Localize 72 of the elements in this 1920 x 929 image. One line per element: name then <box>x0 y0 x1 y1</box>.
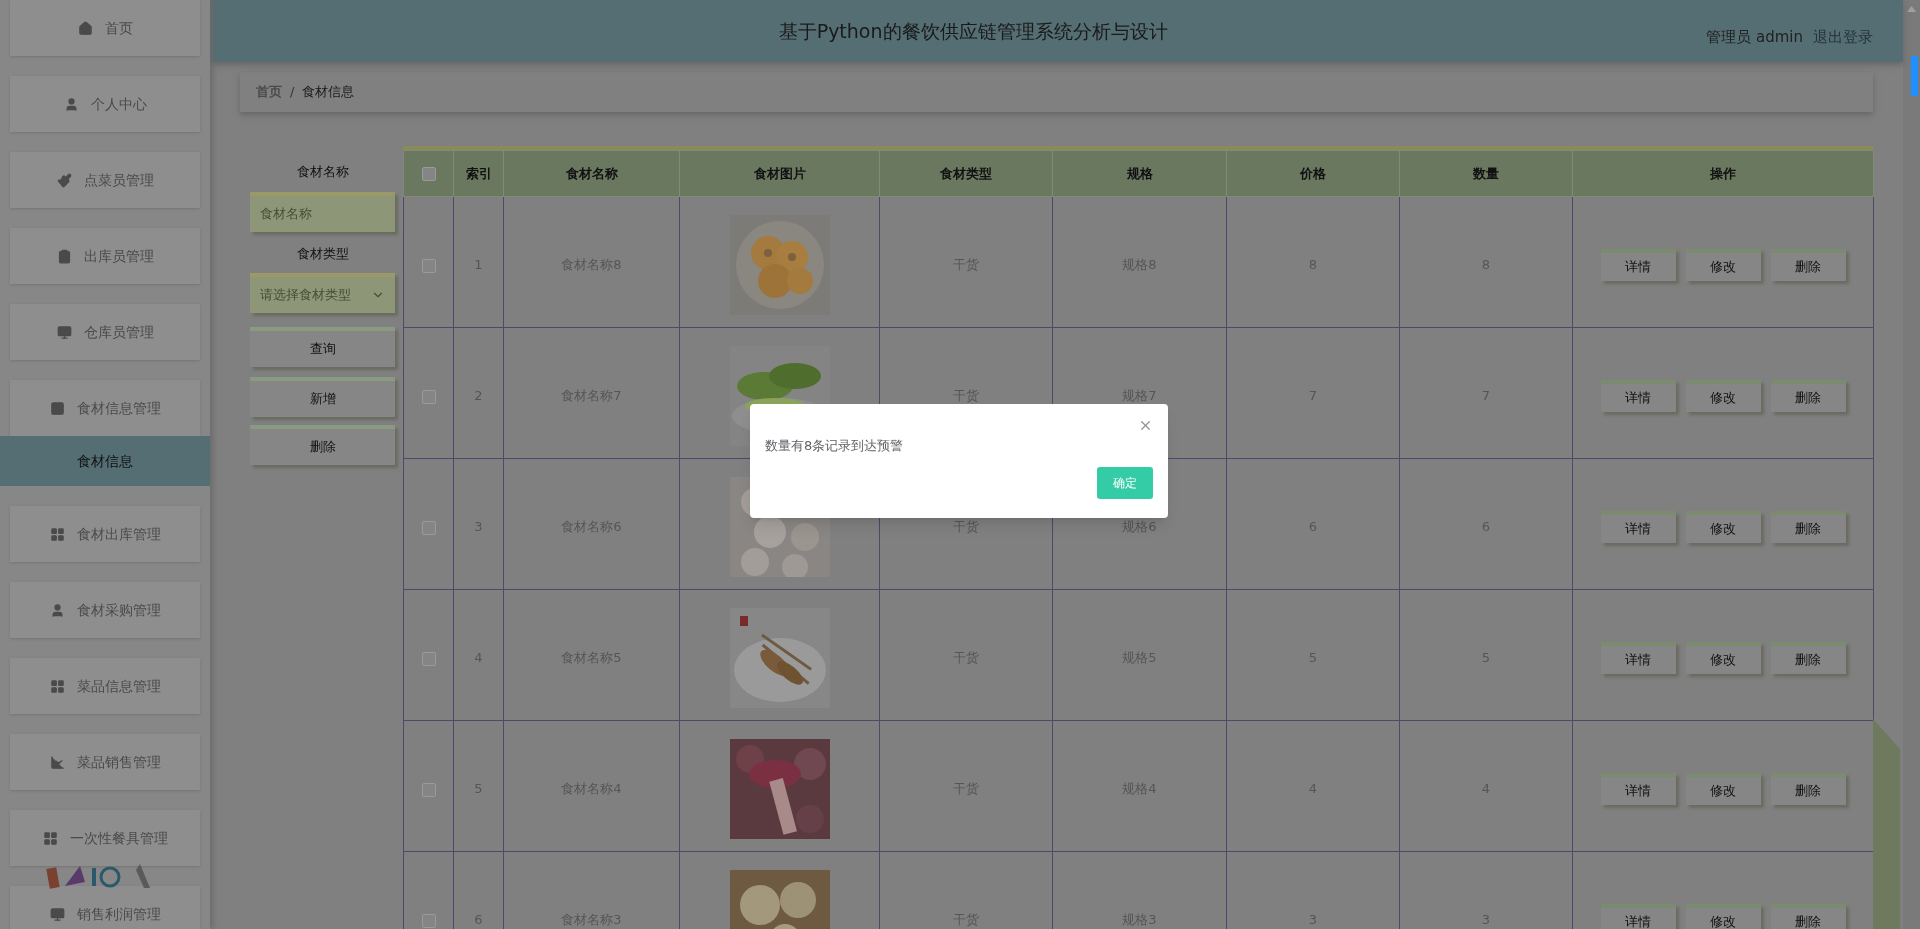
column-header: 规格 <box>1052 150 1227 197</box>
breadcrumb-item: 食材信息 <box>302 83 355 102</box>
sidebar-item[interactable]: 食材采购管理 <box>10 582 200 638</box>
sidebar-item[interactable]: 菜品销售管理 <box>10 734 200 790</box>
brush-icon <box>56 172 72 188</box>
sidebar-item[interactable]: 食材出库管理 <box>10 506 200 562</box>
user-icon <box>63 96 79 112</box>
monitor-icon <box>56 324 72 340</box>
action-button[interactable]: 详情 <box>1600 249 1676 281</box>
field-label: 食材类型 <box>296 244 349 263</box>
sidebar-subitem[interactable]: 食材信息 <box>0 436 210 486</box>
clipboard-icon <box>56 248 72 264</box>
action-button[interactable]: 修改 <box>1685 511 1761 543</box>
column-header: 数量 <box>1399 150 1573 197</box>
action-button[interactable]: 修改 <box>1685 249 1761 281</box>
monitor-icon <box>49 906 65 922</box>
checkbox[interactable] <box>421 782 436 797</box>
sidebar-item[interactable]: 个人中心 <box>10 76 200 132</box>
column-header: 索引 <box>453 150 504 197</box>
scrollbar[interactable] <box>1903 0 1920 929</box>
site-title: 基于Python的餐饮供应链管理系统分析与设计 <box>777 18 1169 44</box>
column-header: 价格 <box>1226 150 1400 197</box>
grid-icon <box>49 678 65 694</box>
checkbox[interactable] <box>421 258 436 273</box>
action-button[interactable]: 详情 <box>1600 380 1676 412</box>
action-button[interactable]: 修改 <box>1685 380 1761 412</box>
sidebar-item[interactable]: 点菜员管理 <box>10 152 200 208</box>
sidebar-item[interactable]: 仓库员管理 <box>10 304 200 360</box>
scroll-up-icon <box>1907 6 1916 12</box>
action-button[interactable]: 详情 <box>1600 511 1676 543</box>
action-button[interactable]: 删除 <box>1770 904 1846 929</box>
toolbar-button[interactable]: 新增 <box>250 377 395 417</box>
sidebar-item[interactable]: 首页 <box>10 0 200 56</box>
checkbox[interactable] <box>421 913 436 928</box>
action-button[interactable]: 删除 <box>1770 773 1846 805</box>
action-button[interactable]: 详情 <box>1600 904 1676 929</box>
action-button[interactable]: 删除 <box>1770 511 1846 543</box>
column-header: 操作 <box>1572 150 1874 197</box>
action-button[interactable]: 删除 <box>1770 642 1846 674</box>
action-button[interactable]: 修改 <box>1685 773 1761 805</box>
grid-icon <box>49 526 65 542</box>
action-button[interactable]: 详情 <box>1600 642 1676 674</box>
close-icon[interactable] <box>1138 418 1153 433</box>
toolbar-button[interactable]: 删除 <box>250 425 395 465</box>
user-name: 管理员 admin <box>1706 26 1803 48</box>
sidebar-item[interactable]: 食材信息管理 <box>10 380 200 436</box>
sidebar-item[interactable]: 出库员管理 <box>10 228 200 284</box>
grid-icon <box>42 830 58 846</box>
column-header: 食材名称 <box>503 150 680 197</box>
sidebar-item[interactable]: 菜品信息管理 <box>10 658 200 714</box>
action-button[interactable]: 修改 <box>1685 904 1761 929</box>
checkbox[interactable] <box>421 167 436 182</box>
action-button[interactable]: 删除 <box>1770 380 1846 412</box>
grid-icon <box>49 400 65 416</box>
column-header: 食材类型 <box>879 150 1053 197</box>
toolbar-button[interactable]: 查询 <box>250 327 395 367</box>
sidebar-item[interactable]: 一次性餐具管理 <box>10 810 200 866</box>
checkbox[interactable] <box>421 389 436 404</box>
action-button[interactable]: 详情 <box>1600 773 1676 805</box>
action-button[interactable]: 修改 <box>1685 642 1761 674</box>
input-field[interactable]: 食材名称 <box>250 191 395 232</box>
home-icon <box>77 20 93 36</box>
user-icon <box>49 602 65 618</box>
field-label: 食材名称 <box>296 163 349 181</box>
breadcrumb-separator: / <box>290 83 295 102</box>
action-button[interactable]: 删除 <box>1770 249 1846 281</box>
sidebar-item[interactable]: 销售利润管理 <box>10 886 200 929</box>
column-header: 食材图片 <box>679 150 880 197</box>
select-field[interactable]: 请选择食材类型 <box>250 273 395 313</box>
checkbox[interactable] <box>421 520 436 535</box>
checkbox[interactable] <box>421 651 436 666</box>
scrollbar-thumb[interactable] <box>1911 56 1918 96</box>
